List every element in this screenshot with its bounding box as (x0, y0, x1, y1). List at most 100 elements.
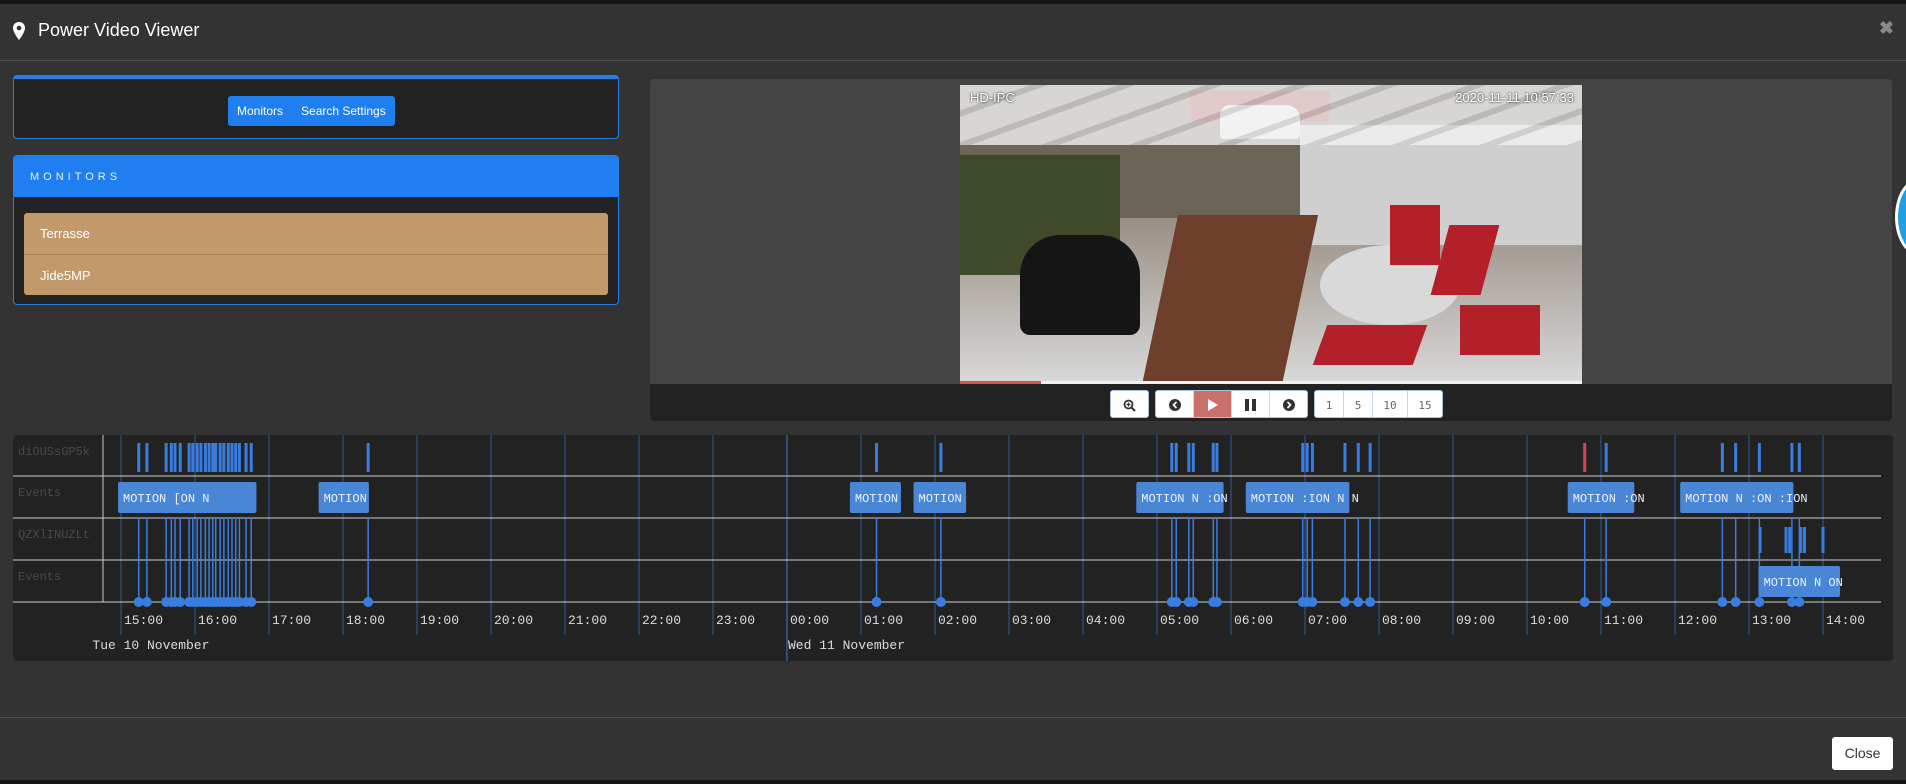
timeline-row-label: diOUSsGP5k (18, 445, 90, 459)
motion-event-label: MOTION (324, 492, 367, 506)
timestamp-overlay: 2020-11-11 10:57:33 (1455, 90, 1574, 105)
hour-tick-label: 01:00 (864, 613, 903, 628)
hour-tick-label: 10:00 (1530, 613, 1569, 628)
motion-event-label: MOTION (855, 492, 898, 506)
motion-event-label: MOTION :ON (1573, 492, 1645, 506)
footer-divider (0, 717, 1906, 718)
day-label: Wed 11 November (788, 638, 905, 653)
motion-event-label: MOTION N :ON (1141, 492, 1227, 506)
transport-group (1155, 390, 1308, 418)
tab-search-settings[interactable]: Search Settings (292, 96, 395, 126)
camera-name-overlay: HD-IPC (970, 90, 1015, 105)
hour-tick-label: 19:00 (420, 613, 459, 628)
hour-tick-label: 17:00 (272, 613, 311, 628)
monitor1-event-dot[interactable] (935, 597, 946, 607)
pause-icon (1245, 399, 1256, 411)
scene-grill (1020, 235, 1140, 335)
monitor1-event-dot[interactable] (1339, 597, 1350, 607)
motion-event-label: MOTION :ION N N (1251, 492, 1359, 506)
monitor1-event-dot[interactable] (175, 597, 186, 607)
monitor1-event-dot[interactable] (1188, 597, 1199, 607)
monitor1-event-dot[interactable] (1754, 597, 1765, 607)
monitor1-event-dot[interactable] (1794, 597, 1805, 607)
monitor-item-jide5mp[interactable]: Jide5MP (24, 254, 608, 295)
hour-tick-label: 02:00 (938, 613, 977, 628)
monitor1-event-dot[interactable] (141, 597, 152, 607)
speed-1-button[interactable]: 1 (1315, 391, 1343, 417)
next-button[interactable] (1269, 391, 1307, 417)
play-icon (1208, 399, 1218, 411)
monitor1-event-dot[interactable] (1365, 597, 1376, 607)
floating-help-badge[interactable] (1895, 179, 1906, 255)
close-button[interactable]: Close (1832, 737, 1893, 770)
hour-tick-label: 03:00 (1012, 613, 1051, 628)
hour-tick-label: 14:00 (1826, 613, 1865, 628)
hour-tick-label: 07:00 (1308, 613, 1347, 628)
monitor1-event-dot[interactable] (1171, 597, 1182, 607)
scene-chair (1460, 305, 1540, 355)
arrow-right-circle-icon (1282, 399, 1295, 411)
hour-tick-label: 18:00 (346, 613, 385, 628)
current-position-dot (1579, 597, 1590, 607)
timeline-row-label: Events (18, 486, 61, 500)
hour-tick-label: 23:00 (716, 613, 755, 628)
background-bottom-bar (0, 780, 1906, 784)
monitor1-event-dot[interactable] (1730, 597, 1741, 607)
scene-chair (1312, 325, 1428, 365)
tab-monitors[interactable]: Monitors (228, 96, 292, 126)
monitor-item-terrasse[interactable]: Terrasse (24, 213, 608, 254)
video-player-panel: HD-IPC 2020-11-11 10:57:33 (650, 79, 1892, 421)
tabs-panel: Monitors Search Settings (13, 75, 619, 139)
hour-tick-label: 04:00 (1086, 613, 1125, 628)
tab-button-group: Monitors Search Settings (228, 96, 395, 126)
speed-15-button[interactable]: 15 (1407, 391, 1442, 417)
timeline-row-label: Events (18, 570, 61, 584)
hour-tick-label: 08:00 (1382, 613, 1421, 628)
hour-tick-label: 21:00 (568, 613, 607, 628)
event-timeline[interactable]: 15:00 16:00 17:00 18:00 19:00 20:00 21:00 22:00… (13, 435, 1893, 661)
zoom-button[interactable] (1111, 391, 1148, 417)
monitors-heading-text: MONITORS (30, 171, 122, 183)
monitor1-event-dot[interactable] (871, 597, 882, 607)
modal-header: Power Video Viewer ✖ (0, 4, 1906, 61)
map-marker-icon (13, 22, 25, 40)
motion-event-label: MOTION N ON (1764, 576, 1843, 590)
zoom-group (1110, 390, 1149, 418)
monitors-panel: MONITORS Terrasse Jide5MP (13, 155, 619, 305)
speed-group: 1 5 10 15 (1314, 390, 1443, 418)
hour-tick-label: 09:00 (1456, 613, 1495, 628)
hour-tick-label: 16:00 (198, 613, 237, 628)
play-button[interactable] (1193, 391, 1231, 417)
timeline-svg[interactable]: 15:00 16:00 17:00 18:00 19:00 20:00 21:00 22:00… (13, 435, 1893, 661)
hour-tick-label: 13:00 (1752, 613, 1791, 628)
hour-tick-label: 06:00 (1234, 613, 1273, 628)
monitor1-event-dot[interactable] (1717, 597, 1728, 607)
video-frame[interactable]: HD-IPC 2020-11-11 10:57:33 (960, 85, 1582, 381)
previous-button[interactable] (1156, 391, 1193, 417)
hour-tick-label: 12:00 (1678, 613, 1717, 628)
monitor1-event-dot[interactable] (1601, 597, 1612, 607)
monitor1-event-dot[interactable] (1353, 597, 1364, 607)
arrow-left-circle-icon (1168, 399, 1181, 411)
playback-controls: 1 5 10 15 (1110, 390, 1443, 418)
speed-5-button[interactable]: 5 (1343, 391, 1372, 417)
monitor1-event-dot[interactable] (1211, 597, 1222, 607)
monitor1-event-dot[interactable] (1307, 597, 1318, 607)
hour-tick-label: 22:00 (642, 613, 681, 628)
monitor1-event-dot[interactable] (246, 597, 257, 607)
close-icon[interactable]: ✖ (1879, 18, 1894, 39)
hour-tick-label: 11:00 (1604, 613, 1643, 628)
motion-event-label: MOTION N :ON :ION (1685, 492, 1807, 506)
scene-chair (1390, 205, 1440, 265)
motion-event-label: MOTION [ON N (123, 492, 209, 506)
zoom-in-icon (1123, 399, 1136, 412)
pause-button[interactable] (1231, 391, 1269, 417)
monitor1-event-dot[interactable] (363, 597, 374, 607)
monitor-list: Terrasse Jide5MP (24, 213, 608, 295)
modal-title: Power Video Viewer (38, 20, 200, 40)
hour-tick-label: 20:00 (494, 613, 533, 628)
hour-tick-label: 05:00 (1160, 613, 1199, 628)
speed-10-button[interactable]: 10 (1372, 391, 1407, 417)
hour-tick-label: 15:00 (124, 613, 163, 628)
timeline-row-label: QZXlINUZLt (18, 528, 90, 542)
